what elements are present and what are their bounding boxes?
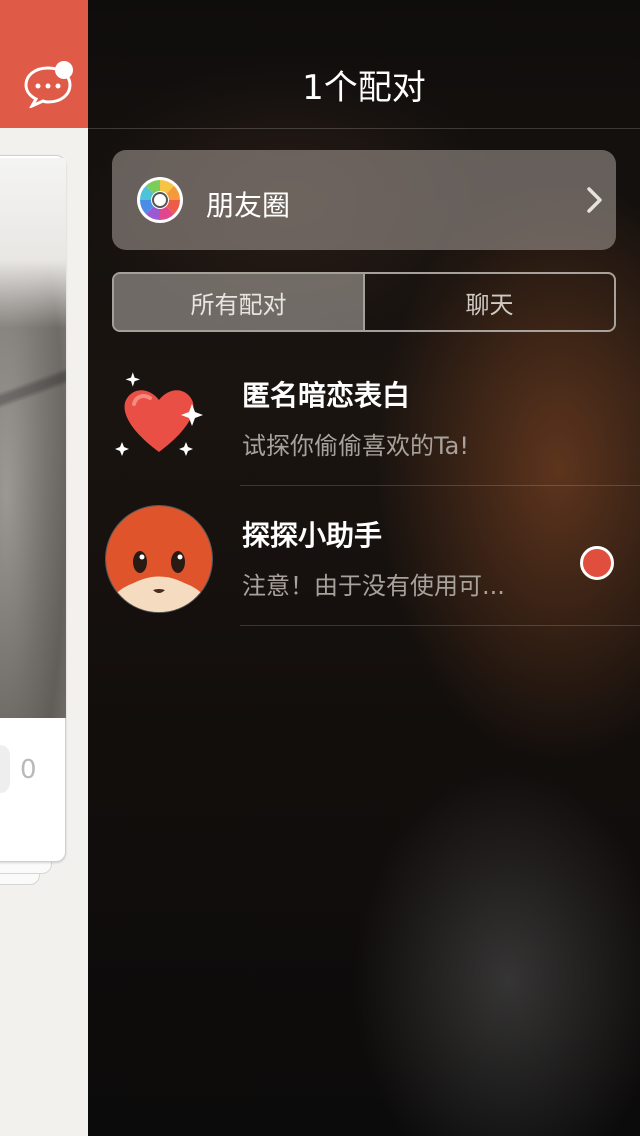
- card-count: 0: [20, 755, 37, 785]
- match-last-message: 试探你偷偷喜欢的Ta!: [242, 432, 470, 460]
- chat-bubble-icon[interactable]: [22, 60, 74, 108]
- match-row-tantan-assistant[interactable]: 探探小助手 注意！由于没有使用可...: [88, 486, 640, 626]
- chevron-right-icon: [587, 187, 602, 213]
- moments-button[interactable]: 朋友圈: [112, 150, 616, 250]
- matches-panel: 1个配对 朋友圈 所有配对 聊天 匿名暗恋表白 试探你偷偷喜欢的Ta! 探探小助…: [88, 0, 640, 1136]
- tab-all-matches[interactable]: 所有配对: [114, 274, 363, 330]
- background-swipe-panel: 0: [0, 0, 88, 1136]
- color-wheel-icon: [137, 177, 183, 223]
- match-row-anonymous-crush[interactable]: 匿名暗恋表白 试探你偷偷喜欢的Ta!: [88, 346, 640, 486]
- tab-chats[interactable]: 聊天: [363, 274, 614, 330]
- sparkle-heart-icon: [115, 372, 203, 456]
- header-divider: [88, 128, 640, 129]
- unread-badge: [580, 546, 614, 580]
- page-title: 1个配对: [302, 68, 426, 108]
- match-filter-tabs: 所有配对 聊天: [112, 272, 616, 332]
- moments-label: 朋友圈: [206, 189, 291, 222]
- card-action-button[interactable]: [0, 745, 10, 793]
- chat-header: [0, 0, 88, 128]
- profile-photo-highlight: [0, 158, 66, 328]
- match-name: 探探小助手: [242, 519, 383, 552]
- match-last-message: 注意！由于没有使用可...: [242, 572, 505, 600]
- fox-avatar: [105, 505, 213, 613]
- match-name: 匿名暗恋表白: [242, 379, 411, 412]
- row-divider: [240, 625, 640, 626]
